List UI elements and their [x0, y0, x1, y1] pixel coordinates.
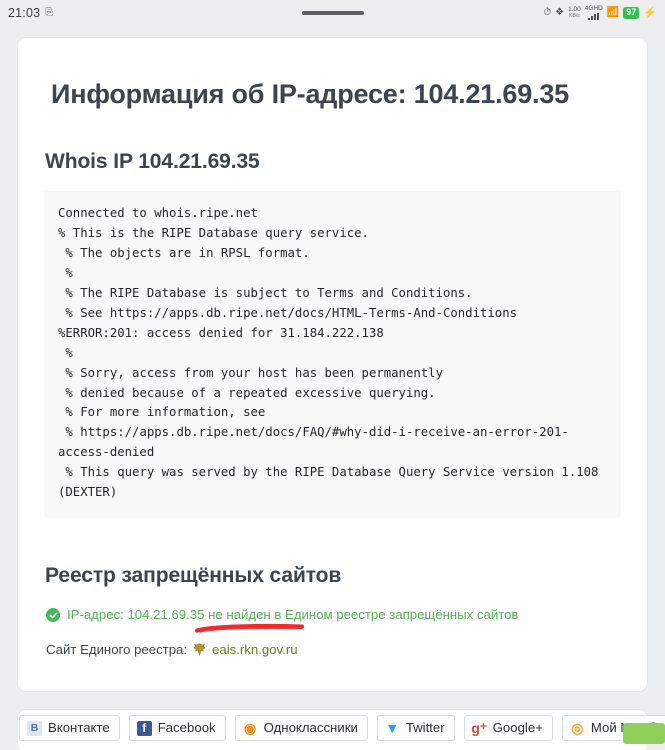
page-content: Информация об IP-адресе: 104.21.69.35 Wh…: [0, 26, 665, 750]
data-rate-indicator: 1.00 KB/s: [568, 7, 581, 19]
registry-link-row: Сайт Единого реестра: eais.rkn.gov.ru: [46, 642, 621, 657]
signal-bars-icon: [588, 12, 600, 20]
share-button-overflow-green[interactable]: [623, 723, 665, 744]
cellular-signal-indicator: 4GHD: [585, 6, 603, 20]
registry-status-text: IP-адрес: 104.21.69.35 не найден в Едино…: [67, 606, 519, 622]
registry-heading: Реестр запрещённых сайтов: [45, 563, 342, 587]
registry-status-row: IP-адрес: 104.21.69.35 не найден в Едино…: [46, 606, 621, 633]
data-rate-unit: KB/s: [569, 12, 580, 19]
googleplus-icon: g⁺: [471, 720, 488, 736]
battery-percent-badge: 97: [623, 7, 640, 19]
alarm-icon: ⏱: [543, 7, 552, 18]
social-share-bar: В Вконтакте f Facebook ◉ Одноклассники ▼…: [0, 706, 665, 750]
share-button-twitter[interactable]: ▼ Twitter: [376, 715, 455, 741]
status-clock: 21:03: [8, 6, 41, 20]
ip-info-card: Информация об IP-адресе: 104.21.69.35 Wh…: [17, 37, 648, 692]
status-bar-right: ⏱ ❖ 1.00 KB/s 4GHD 📶 97 ⚡: [543, 6, 657, 20]
odnoklassniki-icon: ◉: [244, 720, 257, 736]
vkontakte-icon: В: [27, 720, 42, 736]
twitter-icon: ▼: [385, 720, 400, 736]
wifi-icon: 📶: [606, 7, 620, 18]
registry-link[interactable]: eais.rkn.gov.ru: [212, 642, 298, 657]
russian-emblem-icon: [193, 643, 206, 657]
share-button-label: Вконтакте: [48, 720, 110, 736]
check-circle-icon: [46, 608, 60, 623]
bluetooth-icon: ❖: [555, 7, 565, 18]
share-button-label: Одноклассники: [263, 720, 358, 736]
status-bar: 21:03 ⎘ ⏱ ❖ 1.00 KB/s 4GHD 📶 97 ⚡: [0, 0, 665, 26]
share-button-label: Google+: [492, 720, 543, 736]
charging-bolt-icon: ⚡: [643, 6, 657, 19]
registry-link-label: Сайт Единого реестра:: [46, 641, 188, 657]
page-title: Информация об IP-адресе: 104.21.69.35: [51, 79, 569, 109]
share-button-vkontakte[interactable]: В Вконтакте: [19, 715, 120, 741]
status-bar-left: 21:03 ⎘: [8, 6, 53, 20]
whois-output-block: Connected to whois.ripe.net % This is th…: [44, 191, 621, 518]
share-button-facebook[interactable]: f Facebook: [128, 715, 226, 741]
share-button-label: Twitter: [405, 720, 445, 736]
whois-heading: Whois IP 104.21.69.35: [45, 150, 260, 174]
share-button-label: Facebook: [157, 720, 216, 736]
moimir-mailru-icon: ◎: [571, 720, 584, 736]
facebook-icon: f: [136, 720, 152, 736]
share-button-googleplus[interactable]: g⁺ Google+: [463, 715, 553, 741]
red-annotation-underline: [194, 623, 305, 633]
screenshot-icon: ⎘: [45, 7, 54, 18]
screen-notch-indicator: [301, 11, 364, 15]
share-button-odnoklassniki[interactable]: ◉ Одноклассники: [234, 715, 368, 741]
